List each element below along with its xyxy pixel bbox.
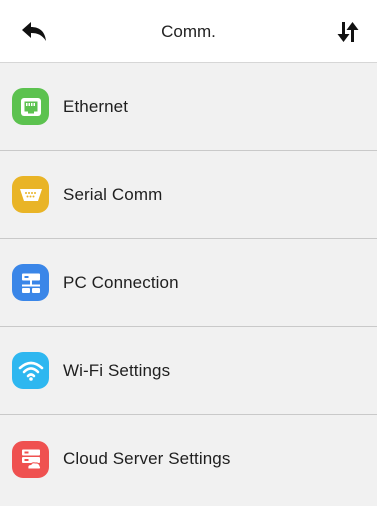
menu-item-pc-connection[interactable]: PC Connection (0, 239, 377, 327)
menu-item-label: Wi-Fi Settings (63, 360, 171, 380)
sort-button[interactable] (329, 17, 367, 47)
menu-item-label: Serial Comm (63, 184, 163, 204)
header-bar: Comm. (0, 0, 377, 63)
comm-screen: Comm. Ethernet Serial Comm PC Connection… (0, 0, 377, 506)
ethernet-port-icon (12, 88, 49, 125)
menu-item-label: Ethernet (63, 96, 129, 116)
menu-item-cloud-server-settings[interactable]: Cloud Server Settings (0, 415, 377, 503)
wifi-icon (12, 352, 49, 389)
comm-menu-list: Ethernet Serial Comm PC Connection Wi-Fi… (0, 63, 377, 503)
back-arrow-icon (22, 22, 46, 41)
menu-item-serial-comm[interactable]: Serial Comm (0, 151, 377, 239)
menu-item-wifi-settings[interactable]: Wi-Fi Settings (0, 327, 377, 415)
menu-item-label: PC Connection (63, 272, 179, 292)
menu-item-label: Cloud Server Settings (63, 449, 231, 468)
sort-arrows-icon (337, 22, 359, 42)
menu-item-ethernet[interactable]: Ethernet (0, 63, 377, 151)
page-title: Comm. (161, 22, 216, 41)
network-connection-icon (12, 264, 49, 301)
back-button[interactable] (14, 17, 54, 47)
serial-port-icon (12, 176, 49, 213)
cloud-server-icon (12, 440, 49, 478)
